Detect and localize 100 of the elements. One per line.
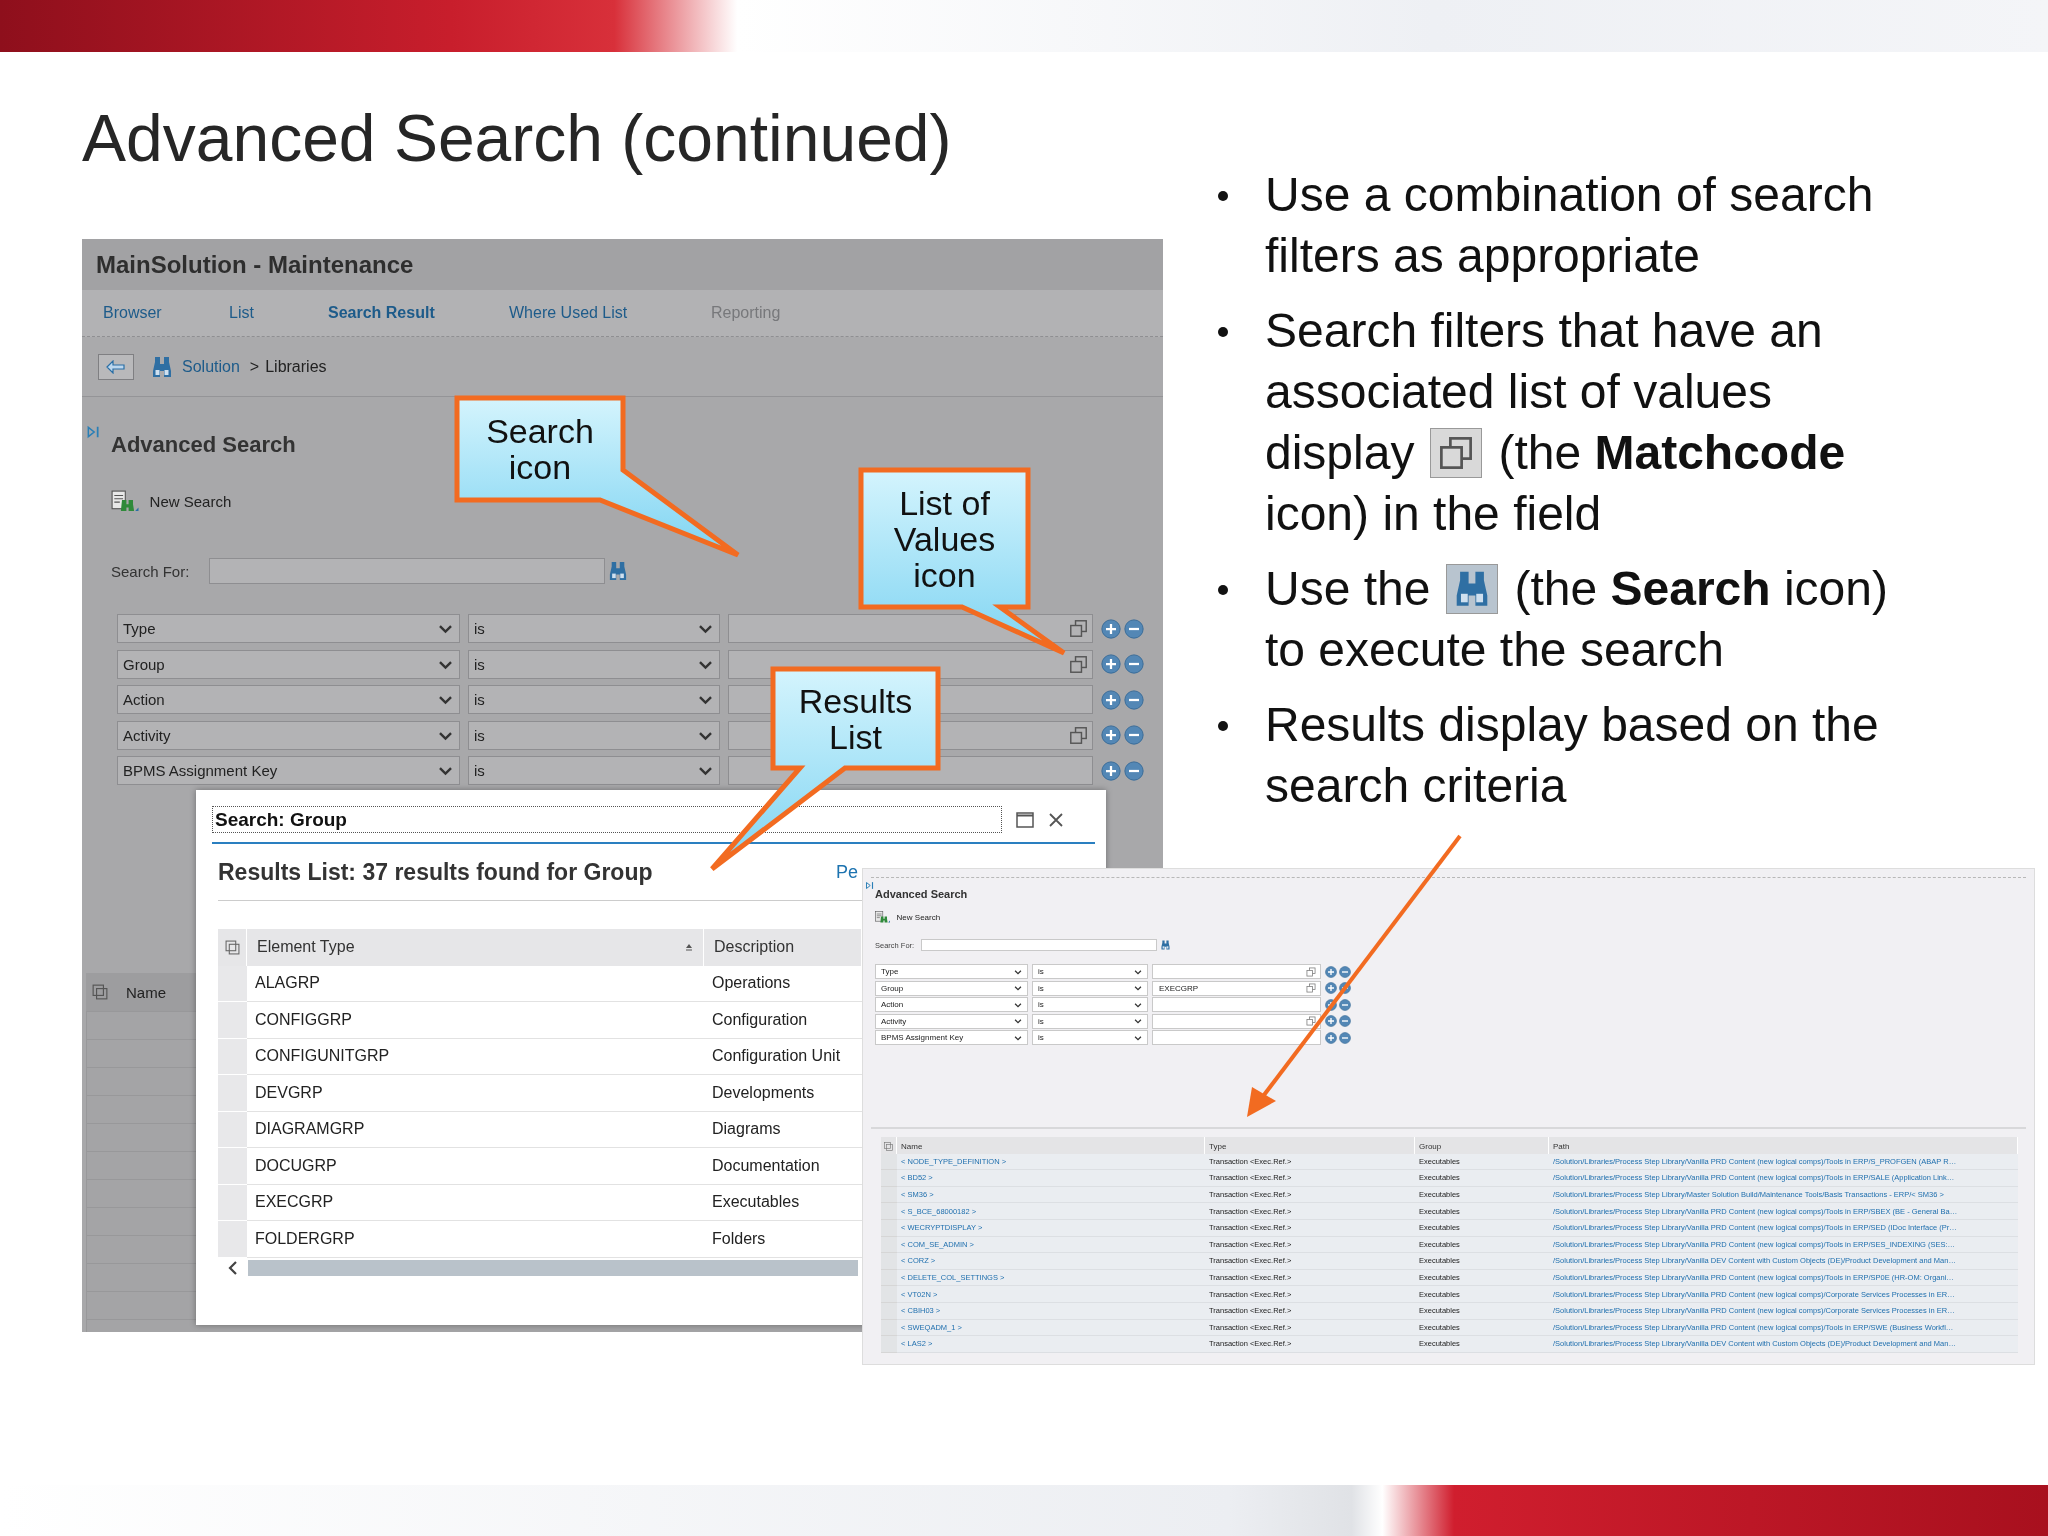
- scroll-left-icon[interactable]: [226, 1259, 240, 1276]
- bullet-text: icon) in the field: [1265, 486, 1602, 542]
- value-field[interactable]: EXECGRP: [1152, 980, 1321, 996]
- tab[interactable]: Search Result: [328, 304, 435, 322]
- field-select[interactable]: Type: [117, 614, 460, 643]
- field-select[interactable]: Activity: [875, 1013, 1028, 1029]
- add-icon[interactable]: [1101, 618, 1121, 639]
- slide-title: Advanced Search (continued): [82, 100, 953, 177]
- matchcode-icon[interactable]: [1069, 654, 1088, 674]
- operator-select[interactable]: is: [1032, 1013, 1148, 1029]
- new-search-icon[interactable]: [111, 490, 140, 512]
- table-settings-icon[interactable]: [92, 984, 108, 1000]
- table-cell: CONFIGGRP: [247, 1002, 704, 1039]
- column-header[interactable]: Name: [897, 1137, 1205, 1155]
- table-settings-icon[interactable]: [884, 1141, 893, 1151]
- column-header[interactable]: Element Type: [247, 929, 704, 966]
- tab[interactable]: List: [229, 304, 254, 322]
- add-icon[interactable]: [1325, 965, 1337, 978]
- column-header[interactable]: Path: [1549, 1137, 2018, 1155]
- value-field[interactable]: [1152, 1030, 1321, 1045]
- matchcode-icon[interactable]: [1069, 725, 1088, 745]
- operator-select[interactable]: is: [1032, 964, 1148, 979]
- matchcode-icon[interactable]: [1306, 983, 1316, 993]
- operator-select[interactable]: is: [468, 649, 720, 679]
- operator-select[interactable]: is: [1032, 980, 1148, 996]
- remove-icon[interactable]: [1124, 760, 1144, 781]
- add-icon[interactable]: [1101, 689, 1121, 710]
- field-select[interactable]: Group: [875, 980, 1028, 996]
- field-select[interactable]: Group: [117, 649, 460, 679]
- field-select[interactable]: Type: [875, 964, 1028, 979]
- collapse-icon[interactable]: [865, 881, 874, 890]
- back-button[interactable]: [98, 353, 134, 380]
- column-header[interactable]: Type: [1205, 1137, 1415, 1155]
- bullet-text: to execute the search: [1265, 622, 1724, 678]
- search-icon[interactable]: [1161, 940, 1170, 950]
- remove-icon[interactable]: [1124, 654, 1144, 674]
- add-icon[interactable]: [1325, 1031, 1337, 1044]
- add-icon[interactable]: [1101, 725, 1121, 745]
- value-field[interactable]: [1152, 997, 1321, 1012]
- add-icon[interactable]: [1101, 760, 1121, 781]
- callout-text: Search icon: [485, 413, 595, 485]
- collapse-icon[interactable]: [86, 425, 100, 439]
- operator-select[interactable]: is: [468, 756, 720, 785]
- remove-icon[interactable]: [1124, 725, 1144, 745]
- operator-select[interactable]: is: [468, 720, 720, 750]
- value-field[interactable]: [1152, 1013, 1321, 1029]
- search-label: Search For:: [111, 562, 191, 580]
- operator-select[interactable]: is: [468, 614, 720, 643]
- table-cell: CONFIGUNITGRP: [247, 1038, 704, 1075]
- window-title: MainSolution - Maintenance: [82, 239, 1163, 290]
- remove-icon[interactable]: [1339, 1031, 1351, 1044]
- table-cell: DEVGRP: [247, 1075, 704, 1112]
- search-field[interactable]: [209, 558, 605, 584]
- remove-icon[interactable]: [1339, 998, 1351, 1011]
- field-select[interactable]: Action: [117, 685, 460, 714]
- breadcrumb-separator: >: [249, 357, 260, 376]
- breadcrumb-link[interactable]: Solution: [182, 357, 240, 376]
- field-select[interactable]: BPMS Assignment Key: [117, 756, 460, 785]
- add-icon[interactable]: [1325, 998, 1337, 1011]
- panel-title: Advanced Search: [111, 431, 296, 459]
- add-icon[interactable]: [1325, 1015, 1337, 1027]
- matchcode-icon[interactable]: [1306, 966, 1316, 977]
- value-field[interactable]: [1152, 964, 1321, 979]
- tab[interactable]: Browser: [103, 304, 162, 322]
- remove-icon[interactable]: [1339, 1015, 1351, 1027]
- operator-select[interactable]: is: [1032, 997, 1148, 1012]
- tab[interactable]: Where Used List: [509, 304, 628, 322]
- operator-select[interactable]: is: [468, 685, 720, 714]
- back-arrow-icon: [106, 359, 126, 374]
- new-search-label[interactable]: New Search: [149, 492, 232, 510]
- chevron-down-icon: [1133, 983, 1143, 993]
- remove-icon[interactable]: [1339, 965, 1351, 978]
- matchcode-icon[interactable]: [1306, 1016, 1316, 1026]
- table-settings-icon[interactable]: [224, 939, 240, 955]
- field-select[interactable]: Activity: [117, 720, 460, 750]
- search-icon[interactable]: [609, 561, 627, 581]
- table-cell: DOCUGRP: [247, 1148, 704, 1185]
- bullet-icon: [1215, 188, 1231, 204]
- add-icon[interactable]: [1325, 982, 1337, 994]
- operator-select[interactable]: is: [1032, 1030, 1148, 1045]
- search-field[interactable]: [921, 939, 1157, 951]
- scrollbar[interactable]: [248, 1259, 858, 1276]
- table-cell: DIAGRAMGRP: [247, 1111, 704, 1148]
- column-header[interactable]: Description: [704, 929, 862, 966]
- new-search-label[interactable]: New Search: [896, 912, 941, 922]
- sort-icon[interactable]: [685, 943, 693, 952]
- add-icon[interactable]: [1101, 654, 1121, 674]
- matchcode-icon[interactable]: [1069, 619, 1088, 638]
- field-select[interactable]: Action: [875, 997, 1028, 1012]
- remove-icon[interactable]: [1124, 689, 1144, 710]
- column-header[interactable]: Group: [1415, 1137, 1549, 1155]
- remove-icon[interactable]: [1339, 982, 1351, 994]
- field-select[interactable]: BPMS Assignment Key: [875, 1030, 1028, 1045]
- new-search-icon[interactable]: [875, 911, 891, 923]
- value-field[interactable]: [728, 614, 1093, 643]
- maximize-button[interactable]: [1016, 811, 1034, 828]
- bullet-text: (the Search icon): [1514, 561, 1888, 617]
- dialog-link[interactable]: Pe: [835, 861, 858, 883]
- close-button[interactable]: [1048, 811, 1064, 828]
- remove-icon[interactable]: [1124, 618, 1144, 639]
